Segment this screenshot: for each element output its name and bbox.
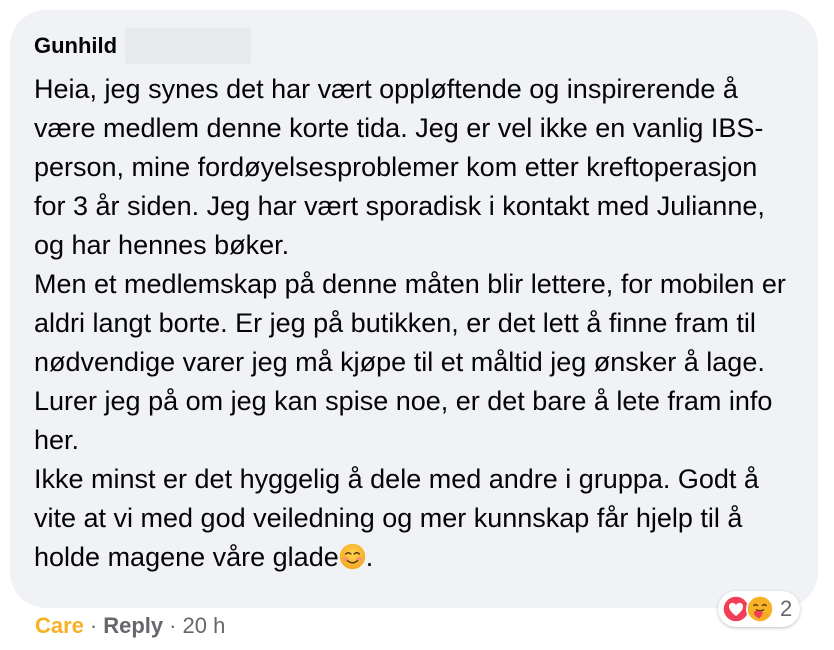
care-hug-icon — [746, 595, 774, 623]
separator-dot: · — [169, 613, 177, 638]
reaction-summary[interactable]: 2 — [718, 591, 801, 627]
care-reaction-button[interactable]: Care — [35, 613, 84, 639]
comment-paragraph-text: Ikke minst er det hyggelig å dele med an… — [34, 464, 759, 572]
comment-paragraph-last: Ikke minst er det hyggelig å dele med an… — [34, 460, 796, 577]
author-redacted-block — [125, 28, 252, 64]
comment-text: Heia, jeg synes det har vært oppløftende… — [34, 70, 796, 577]
comment-paragraph: Heia, jeg synes det har vært oppløftende… — [34, 74, 765, 260]
author-row: Gunhild — [34, 28, 794, 64]
reaction-count: 2 — [780, 596, 793, 621]
comment-timestamp[interactable]: 20 h — [183, 613, 226, 639]
reply-button[interactable]: Reply — [103, 613, 163, 639]
author-name[interactable]: Gunhild — [34, 33, 117, 59]
comment-paragraph: Men et medlemskap på denne måten blir le… — [34, 269, 786, 455]
comment-trailing-period: . — [365, 542, 374, 572]
separator-dot: · — [89, 613, 98, 638]
comment-action-bar: Care · Reply · 20 h — [35, 610, 225, 642]
comment-bubble: Gunhild Heia, jeg synes det har vært opp… — [10, 10, 818, 608]
smiling-face-icon — [339, 543, 365, 570]
